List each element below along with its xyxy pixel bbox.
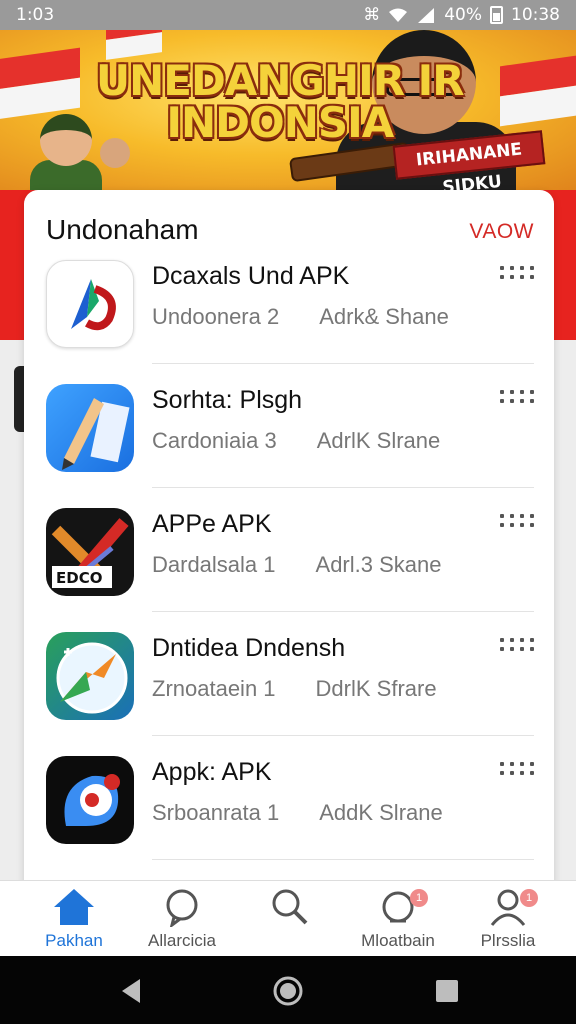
status-clock: 10:38: [511, 5, 560, 25]
app-action[interactable]: Adrl.3 Skane: [316, 552, 442, 577]
nav-search[interactable]: [230, 887, 350, 953]
status-time: 1:03: [16, 5, 55, 25]
app-meta: Dardalsala 1 Adrl.3 Skane: [152, 552, 441, 578]
officer-figure: [40, 114, 92, 166]
search-icon: [272, 889, 308, 925]
app-row[interactable]: Appk: APK Srboanrata 1 AddK Slrane: [24, 736, 554, 860]
app-row[interactable]: Sorhta: Plsgh Cardoniaia 3 AdrlK Slrane: [24, 364, 554, 488]
app-meta: Cardoniaia 3 AdrlK Slrane: [152, 428, 440, 454]
app-meta: Srboanrata 1 AddK Slrane: [152, 800, 443, 826]
app-name: Dntidea Dndensh: [152, 634, 346, 662]
app-category: Srboanrata 1: [152, 800, 280, 825]
battery-percent: 40%: [444, 5, 482, 25]
back-icon[interactable]: [116, 976, 146, 1006]
compass-map-icon[interactable]: [46, 632, 134, 720]
nav-label: Pakhan: [45, 931, 103, 950]
status-icons: ⌘ 40% 10:38: [363, 5, 560, 25]
wifi-icon: [389, 8, 408, 22]
indonesia-flag-right: [500, 53, 576, 127]
status-bar: 1:03 ⌘ 40% 10:38: [0, 0, 576, 30]
banner-headline-line2: INDONSIA: [166, 98, 394, 147]
promo-banner[interactable]: UNEDANGHIR IR INDONSIA IRIHANANE SIDKU: [0, 30, 576, 190]
red-arrow-logo-icon[interactable]: [46, 260, 134, 348]
more-options-icon[interactable]: [500, 266, 534, 286]
more-options-icon[interactable]: [500, 638, 534, 658]
app-row[interactable]: EDCO APPe APK Dardalsala 1 Adrl.3 Skane: [24, 488, 554, 612]
nav-label: Allarcicia: [147, 931, 217, 950]
app-action[interactable]: Adrk& Shane: [319, 304, 449, 329]
row-divider: [152, 859, 534, 860]
app-row[interactable]: Dntidea Dndensh Zrnoataein 1 DdrlK Sfrare: [24, 612, 554, 736]
svg-text:EDCO: EDCO: [56, 569, 102, 587]
app-name: APPe APK: [152, 510, 272, 538]
app-list-card: Undonaham VAOW Dcaxals Und APK Undoonera…: [24, 190, 554, 890]
app-action[interactable]: AddK Slrane: [319, 800, 443, 825]
nav-chat[interactable]: Allarcicia: [122, 887, 242, 953]
signal-icon: [418, 8, 435, 23]
nav-home[interactable]: Pakhan: [14, 887, 134, 953]
bottom-navigation: Pakhan Allarcicia 1 Mloatbain 1 Plrsslia: [0, 880, 576, 956]
app-name: Sorhta: Plsgh: [152, 386, 303, 414]
nav-profile[interactable]: 1 Plrsslia: [448, 887, 568, 953]
app-category: Zrnoataein 1: [152, 676, 276, 701]
app-row[interactable]: Dcaxals Und APK Undoonera 2 Adrk& Shane: [24, 240, 554, 364]
app-category: Dardalsala 1: [152, 552, 276, 577]
nav-notifications[interactable]: 1 Mloatbain: [338, 887, 458, 953]
app-action[interactable]: AdrlK Slrane: [317, 428, 441, 453]
nav-label: Plrsslia: [480, 931, 536, 950]
app-name: Appk: APK: [152, 758, 272, 786]
home-button-icon[interactable]: [273, 976, 303, 1006]
battery-icon: [490, 6, 503, 24]
app-category: Undoonera 2: [152, 304, 280, 329]
banner-headline: UNEDANGHIR IR INDONSIA: [96, 56, 465, 147]
recents-icon[interactable]: [432, 976, 462, 1006]
notification-badge: 1: [410, 889, 428, 907]
more-options-icon[interactable]: [500, 390, 534, 410]
app-action[interactable]: DdrlK Sfrare: [316, 676, 437, 701]
indonesia-flag-left: [0, 47, 80, 121]
nav-label: Mloatbain: [361, 931, 435, 950]
edco-x-icon[interactable]: EDCO: [46, 508, 134, 596]
profile-badge: 1: [520, 889, 538, 907]
more-options-icon[interactable]: [500, 762, 534, 782]
app-category: Cardoniaia 3: [152, 428, 277, 453]
chat-bubble-icon: [166, 889, 198, 927]
system-navigation-bar: [0, 956, 576, 1024]
usb-icon: ⌘: [363, 5, 381, 25]
banner-headline-line1: UNEDANGHIR IR: [96, 56, 465, 105]
app-meta: Undoonera 2 Adrk& Shane: [152, 304, 449, 330]
home-icon: [54, 889, 94, 925]
blue-bird-icon[interactable]: [46, 756, 134, 844]
more-options-icon[interactable]: [500, 514, 534, 534]
app-name: Dcaxals Und APK: [152, 262, 350, 290]
app-meta: Zrnoataein 1 DdrlK Sfrare: [152, 676, 437, 702]
pen-ruler-icon[interactable]: [46, 384, 134, 472]
